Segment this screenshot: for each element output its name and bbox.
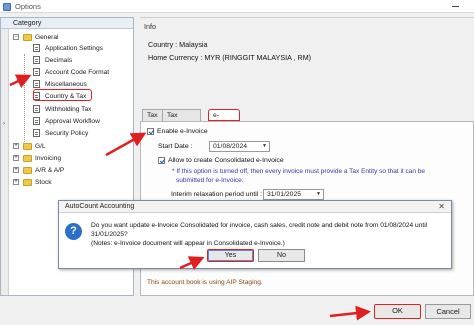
country-tax-highlight bbox=[33, 89, 92, 101]
staging-note: This account book is using AIP Staging. bbox=[147, 279, 263, 286]
expand-icon[interactable]: + bbox=[13, 179, 19, 185]
tree-item-label: Application Settings bbox=[45, 45, 103, 52]
title-bar: Options bbox=[0, 0, 474, 13]
tree-item-label: Security Policy bbox=[45, 130, 89, 137]
interim-period-value: 31/01/2025 bbox=[267, 191, 302, 198]
expand-icon[interactable]: + bbox=[13, 155, 19, 161]
dialog-message-line1: Do you want update e-Invoice Consolidate… bbox=[91, 222, 428, 238]
tree-header: Category bbox=[1, 18, 133, 29]
allow-consolidated-checkbox[interactable] bbox=[158, 157, 165, 164]
folder-icon bbox=[23, 155, 32, 162]
no-button[interactable]: No bbox=[258, 249, 305, 262]
chevron-down-icon[interactable]: ▼ bbox=[315, 191, 322, 198]
page-icon bbox=[33, 117, 40, 125]
tree-label-gl: G/L bbox=[35, 143, 46, 150]
close-icon[interactable]: ✕ bbox=[438, 202, 445, 211]
dialog-message-line2: (Notes: e-Invoice document will appear i… bbox=[91, 240, 285, 247]
dialog-title-bar: AutoCount Accounting ✕ bbox=[59, 201, 451, 213]
window-title: Options bbox=[15, 2, 41, 11]
folder-icon bbox=[23, 167, 32, 174]
folder-icon bbox=[23, 179, 32, 186]
page-icon bbox=[33, 129, 40, 137]
tree-guide-line bbox=[24, 54, 25, 150]
tree-label-general: General bbox=[35, 34, 59, 41]
tree-label-stock: Stock bbox=[35, 179, 52, 186]
consolidated-note-line1: * If this option is turned off, then eve… bbox=[172, 168, 426, 175]
dialog-message: Do you want update e-Invoice Consolidate… bbox=[91, 221, 447, 248]
info-panel: Info Country : Malaysia Home Currency : … bbox=[140, 17, 474, 97]
collapse-icon[interactable]: − bbox=[13, 34, 19, 40]
page-icon bbox=[33, 56, 40, 64]
yes-button[interactable]: Yes bbox=[207, 249, 254, 262]
minimize-icon[interactable] bbox=[452, 6, 459, 7]
page-icon bbox=[33, 80, 40, 88]
page-icon bbox=[33, 68, 40, 76]
page-icon bbox=[33, 105, 40, 113]
expand-icon[interactable]: + bbox=[13, 143, 19, 149]
tree-label-invoicing: Invoicing bbox=[35, 155, 62, 162]
start-date-field[interactable]: 01/08/2024 ▼ bbox=[209, 141, 270, 152]
tree-item-label: Approval Workflow bbox=[45, 118, 100, 125]
home-currency-text: Home Currency : MYR (RINGGIT MALAYSIA , … bbox=[148, 53, 312, 62]
info-title: Info bbox=[144, 22, 156, 31]
app-icon bbox=[3, 3, 11, 11]
folder-icon bbox=[23, 143, 32, 150]
tab-tax[interactable]: Tax bbox=[142, 109, 163, 121]
tab-tax-reporting[interactable]: Tax Reporting bbox=[162, 109, 202, 130]
start-date-label: Start Date : bbox=[158, 143, 193, 150]
interim-period-field[interactable]: 31/01/2025 ▼ bbox=[263, 189, 324, 200]
tree-item-label: Account Code Format bbox=[45, 69, 110, 76]
row-pointer-icon: › bbox=[3, 121, 5, 127]
cancel-button[interactable]: Cancel bbox=[425, 304, 471, 319]
tree-label-ar-ap: A/R & A/P bbox=[35, 167, 65, 174]
tree-item-label: Decimals bbox=[45, 57, 73, 64]
tree-item-label: Withholding Tax bbox=[45, 106, 92, 113]
allow-consolidated-label: Allow to create Consolidated e-Invoice bbox=[168, 157, 284, 164]
enable-e-invoice-label: Enable e-Invoice bbox=[157, 128, 208, 135]
chevron-down-icon[interactable]: ▼ bbox=[261, 143, 268, 150]
start-date-value: 01/08/2024 bbox=[213, 143, 248, 150]
page-icon bbox=[33, 44, 40, 52]
country-text: Country : Malaysia bbox=[148, 40, 208, 49]
dialog-title: AutoCount Accounting bbox=[65, 203, 135, 210]
interim-period-label: Interim relaxation period until : bbox=[171, 191, 263, 198]
folder-icon bbox=[23, 34, 32, 41]
consolidated-note-line2: submitted for e-Invoice. bbox=[176, 177, 244, 184]
question-icon: ? bbox=[65, 223, 82, 240]
tree-gutter: › bbox=[1, 29, 9, 295]
confirm-dialog: AutoCount Accounting ✕ ? Do you want upd… bbox=[58, 200, 452, 269]
ok-button[interactable]: OK bbox=[374, 304, 421, 319]
tab-e-invoice[interactable]: e-Invoice bbox=[208, 109, 240, 130]
enable-e-invoice-checkbox[interactable] bbox=[147, 128, 154, 135]
expand-icon[interactable]: + bbox=[13, 167, 19, 173]
